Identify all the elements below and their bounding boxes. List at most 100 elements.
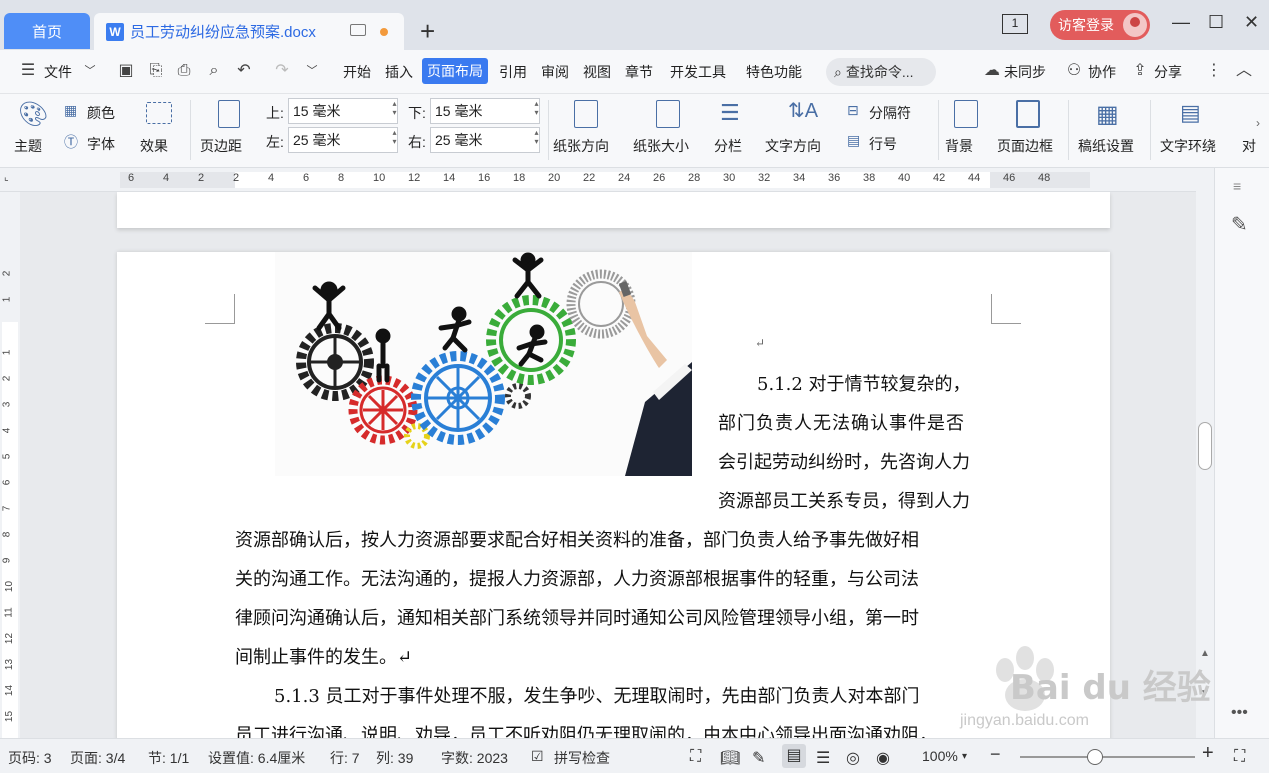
collab-icon[interactable]: ⚇ (1064, 61, 1084, 81)
effect-icon[interactable] (146, 102, 172, 124)
palette-icon[interactable]: 🎨︎ (18, 100, 48, 129)
search-command-input[interactable]: ⌕ 查找命令... (826, 58, 936, 86)
sync-status[interactable]: 未同步 (1004, 62, 1046, 82)
text-direction-icon[interactable]: ⇅A (788, 98, 818, 123)
save-icon[interactable]: ▣ (116, 61, 136, 81)
margin-icon[interactable] (218, 100, 240, 128)
menu-chapter[interactable]: 章节 (625, 62, 653, 82)
top-margin-input[interactable]: 15 毫米 (288, 98, 398, 124)
line-number-icon[interactable]: ▤ (847, 132, 860, 149)
menu-insert[interactable]: 插入 (385, 62, 413, 82)
pen-icon[interactable]: ✎ (1231, 212, 1248, 237)
cloud-icon[interactable]: ☁ (982, 61, 1002, 81)
columns-button[interactable]: 分栏 (714, 136, 742, 156)
share-icon[interactable]: ⇪ (1130, 61, 1150, 81)
page-border-icon[interactable] (1016, 100, 1040, 128)
status-col[interactable]: 列: 39 (376, 748, 413, 768)
menu-page-layout[interactable]: 页面布局 (422, 58, 488, 84)
edit-mode-icon[interactable]: ✎ (752, 748, 765, 768)
share-button[interactable]: 分享 (1154, 62, 1182, 82)
grid-paper-icon[interactable]: ▦ (1096, 100, 1119, 129)
fullscreen-icon[interactable]: ⛶ (690, 748, 701, 766)
left-margin-input[interactable]: 25 毫米 (288, 127, 398, 153)
color-button[interactable]: 颜色 (87, 103, 115, 123)
scrollbar-thumb[interactable] (1198, 422, 1212, 470)
zoom-slider-knob[interactable] (1087, 749, 1103, 765)
gears-teamwork-image[interactable] (275, 252, 692, 476)
redo-icon[interactable]: ↷ (272, 61, 292, 81)
text-wrap-icon[interactable]: ▤ (1180, 100, 1201, 126)
separator-button[interactable]: 分隔符 (869, 103, 911, 123)
separator-icon[interactable]: ⊟ (847, 102, 859, 119)
bottom-margin-input[interactable]: 15 毫米 (430, 98, 540, 124)
background-icon[interactable] (954, 100, 978, 128)
orientation-button[interactable]: 纸张方向 (553, 136, 609, 156)
paper-size-icon[interactable] (656, 100, 680, 128)
menu-review[interactable]: 审阅 (541, 62, 569, 82)
font-icon[interactable]: Ⓣ (64, 132, 78, 152)
ruler-corner-icon[interactable]: ⌞ (4, 172, 9, 183)
text-direction-button[interactable]: 文字方向 (765, 136, 821, 156)
paragraph-line[interactable]: 间制止事件的发生。↵ (235, 643, 412, 669)
ribbon-scroll-right-icon[interactable]: › (1256, 116, 1260, 130)
collab-button[interactable]: 协作 (1088, 62, 1116, 82)
background-button[interactable]: 背景 (945, 136, 973, 156)
menu-view[interactable]: 视图 (583, 62, 611, 82)
menu-start[interactable]: 开始 (343, 62, 371, 82)
chevron-down-icon[interactable]: ﹀ (80, 61, 100, 81)
more-chevron-icon[interactable]: ﹀ (302, 61, 322, 81)
maximize-icon[interactable]: ☐ (1208, 12, 1224, 33)
status-setting[interactable]: 设置值: 6.4厘米 (208, 748, 305, 768)
more-dots-icon[interactable]: ••• (1231, 704, 1248, 722)
line-number-button[interactable]: 行号 (869, 134, 897, 154)
text-wrap-button[interactable]: 文字环绕 (1160, 136, 1216, 156)
menu-special[interactable]: 特色功能 (746, 62, 802, 82)
paragraph-line[interactable]: 会引起劳动纠纷时，先咨询人力 (718, 448, 970, 474)
orientation-icon[interactable] (574, 100, 598, 128)
paragraph-line[interactable]: 部门负责人无法确认事件是否 (718, 409, 965, 435)
paragraph-line[interactable]: 资源部员工关系专员，得到人力 (718, 487, 970, 513)
status-section[interactable]: 节: 1/1 (148, 748, 189, 768)
status-page[interactable]: 页面: 3/4 (70, 748, 125, 768)
print-preview-icon[interactable]: ⌕ (204, 61, 224, 81)
scroll-up-icon[interactable]: ▲ (1200, 648, 1210, 659)
monitor-icon[interactable] (350, 24, 366, 36)
columns-icon[interactable]: ☰ (720, 100, 740, 126)
read-mode-icon[interactable]: 📖︎ (720, 748, 740, 768)
panel-handle-icon[interactable]: ≡ (1233, 178, 1241, 194)
zoom-dropdown-icon[interactable]: ▾ (962, 751, 967, 762)
paragraph-line[interactable]: 5.1.3 员工对于事件处理不服，发生争吵、无理取闹时，先由部门负责人对本部门 (274, 682, 920, 708)
output-icon[interactable]: ⎘ (146, 61, 166, 81)
grid-paper-button[interactable]: 稿纸设置 (1078, 136, 1134, 156)
undo-icon[interactable]: ↶ (234, 61, 254, 81)
close-icon[interactable]: ✕ (1244, 12, 1259, 33)
font-button[interactable]: 字体 (87, 134, 115, 154)
align-button[interactable]: 对 (1242, 136, 1256, 156)
more-icon[interactable]: ⋮ (1204, 61, 1224, 81)
collapse-ribbon-icon[interactable]: ︿ (1234, 61, 1254, 81)
paper-size-button[interactable]: 纸张大小 (633, 136, 689, 156)
eye-protect-icon[interactable]: ◉ (876, 748, 890, 768)
status-row[interactable]: 行: 7 (330, 748, 360, 768)
effect-button[interactable]: 效果 (140, 136, 168, 156)
document-page[interactable]: ↵ 5.1.2 对于情节较复杂的， 部门负责人无法确认事件是否 会引起劳动纠纷时… (117, 252, 1110, 738)
print-icon[interactable]: ⎙ (174, 61, 194, 81)
status-page-code[interactable]: 页码: 3 (8, 748, 52, 768)
paragraph-line[interactable]: 关的沟通工作。无法沟通的，提报人力资源部，人力资源部根据事件的轻重，与公司法 (235, 565, 919, 591)
right-margin-input[interactable]: 25 毫米 (430, 127, 540, 153)
page-border-button[interactable]: 页面边框 (997, 136, 1053, 156)
hamburger-icon[interactable]: ☰ (18, 61, 38, 81)
spell-check-icon[interactable]: ☑ (531, 748, 544, 765)
fit-window-icon[interactable]: ⛶ (1234, 748, 1245, 766)
zoom-level[interactable]: 100% (922, 748, 958, 764)
paragraph-line[interactable]: 律顾问沟通确认后，通知相关部门系统领导并同时通知公司风险管理领导小组，第一时 (235, 604, 919, 630)
menu-file[interactable]: 文件 (44, 62, 72, 82)
tab-home[interactable]: 首页 (4, 13, 90, 49)
menu-dev-tools[interactable]: 开发工具 (670, 62, 726, 82)
guest-login-button[interactable]: 访客登录 (1050, 10, 1150, 40)
outline-view-icon[interactable]: ☰ (816, 748, 830, 768)
paragraph-line[interactable]: 5.1.2 对于情节较复杂的， (757, 370, 971, 396)
web-view-icon[interactable]: ◎ (846, 748, 860, 768)
horizontal-ruler[interactable]: ⌞ 6 4 2 2 4 6 8 10 12 14 16 18 20 22 24 26 28 30 32 34 36 38 4… (0, 168, 1269, 192)
zoom-out-icon[interactable]: − (990, 744, 1001, 765)
